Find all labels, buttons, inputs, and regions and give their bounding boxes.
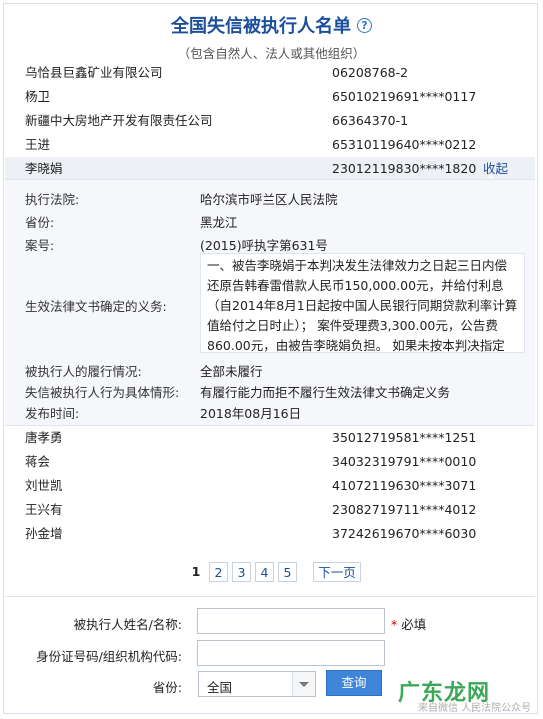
list-item[interactable]: 杨卫 65010219691****0117 <box>5 85 535 109</box>
page-title: 全国失信被执行人名单? <box>0 12 543 38</box>
entity-name[interactable]: 乌恰县巨鑫矿业有限公司 <box>25 61 163 85</box>
page-1[interactable]: 1 <box>187 562 205 582</box>
list-item[interactable]: 唐孝勇 35012719581****1251 <box>5 426 535 450</box>
entity-code: 35012719581****1251 <box>332 430 477 445</box>
page-3[interactable]: 3 <box>232 562 251 582</box>
name-input[interactable] <box>197 608 385 634</box>
publish-value: 2018年08月16日 <box>200 406 302 421</box>
list-item[interactable]: 蒋会 34032319791****0010 <box>5 450 535 474</box>
province-value: 黑龙江 <box>200 215 238 230</box>
duty-textbox[interactable]: 一、被告李晓娟于本判决发生法律效力之日起三日内偿还原告韩春雷借款人民币150,0… <box>200 253 525 353</box>
entity-name[interactable]: 刘世凯 <box>25 474 63 498</box>
duty-label: 生效法律文书确定的义务: <box>25 299 167 314</box>
page-5[interactable]: 5 <box>278 562 297 582</box>
list-item[interactable]: 乌恰县巨鑫矿业有限公司 06208768-2 <box>5 61 535 85</box>
entity-code: 37242619670****6030 <box>332 526 477 541</box>
case-label: 案号: <box>25 238 55 253</box>
divider <box>5 596 535 597</box>
entity-code: 23012119830****1820 <box>332 161 477 176</box>
province-select-label: 省份: <box>152 680 182 695</box>
list-item[interactable]: 孙金增 37242619670****6030 <box>5 522 535 546</box>
entity-name[interactable]: 王进 <box>25 133 50 157</box>
court-label: 执行法院: <box>25 192 80 207</box>
behavior-label: 失信被执行人行为具体情形: <box>25 385 180 400</box>
id-input[interactable] <box>197 640 385 666</box>
entity-name[interactable]: 孙金增 <box>25 522 63 546</box>
entity-name[interactable]: 新疆中大房地产开发有限责任公司 <box>25 109 213 133</box>
case-value: (2015)呼执字第631号 <box>200 238 328 253</box>
entity-code: 65010219691****0117 <box>332 89 477 104</box>
entity-code: 34032319791****0010 <box>332 454 477 469</box>
name-label: 被执行人姓名/名称: <box>73 617 182 632</box>
performance-value: 全部未履行 <box>200 364 263 379</box>
province-select-value: 全国 <box>207 680 233 695</box>
province-label: 省份: <box>25 215 55 230</box>
list-item[interactable]: 刘世凯 41072119630****3071 <box>5 474 535 498</box>
required-hint: * 必填 <box>391 617 427 632</box>
watermark-caption: 来自微信 人民法院公众号 <box>418 703 532 714</box>
search-button[interactable]: 查询 <box>326 670 382 696</box>
entity-code: 66364370-1 <box>332 113 409 128</box>
behavior-value: 有履行能力而拒不履行生效法律文书确定义务 <box>200 385 451 400</box>
entity-name[interactable]: 唐孝勇 <box>25 426 63 450</box>
entity-code: 23082719711****4012 <box>332 502 477 517</box>
entity-code: 41072119630****3071 <box>332 478 477 493</box>
pointer-arrow-fill <box>485 173 497 179</box>
id-label: 身份证号码/组织机构代码: <box>36 649 182 664</box>
entity-name[interactable]: 李晓娟 <box>25 157 63 181</box>
province-select[interactable]: 全国 <box>198 671 316 697</box>
list-item-expanded[interactable]: 李晓娟 23012119830****1820 收起 <box>5 157 535 181</box>
entity-name[interactable]: 杨卫 <box>25 85 50 109</box>
entity-code: 06208768-2 <box>332 65 409 80</box>
entity-name[interactable]: 王兴有 <box>25 498 63 522</box>
list-item[interactable]: 王进 65310119640****0212 <box>5 133 535 157</box>
court-value: 哈尔滨市呼兰区人民法院 <box>200 192 338 207</box>
page-2[interactable]: 2 <box>209 562 228 582</box>
list-item[interactable]: 新疆中大房地产开发有限责任公司 66364370-1 <box>5 109 535 133</box>
help-icon[interactable]: ? <box>357 18 372 33</box>
page-4[interactable]: 4 <box>255 562 274 582</box>
entity-name[interactable]: 蒋会 <box>25 450 50 474</box>
next-page-button[interactable]: 下一页 <box>313 562 361 582</box>
entity-code: 65310119640****0212 <box>332 137 477 152</box>
list-item[interactable]: 王兴有 23082719711****4012 <box>5 498 535 522</box>
chevron-down-icon[interactable] <box>292 672 315 696</box>
page-subtitle: （包含自然人、法人或其他组织） <box>177 46 366 61</box>
performance-label: 被执行人的履行情况: <box>25 364 142 379</box>
publish-label: 发布时间: <box>25 406 80 421</box>
